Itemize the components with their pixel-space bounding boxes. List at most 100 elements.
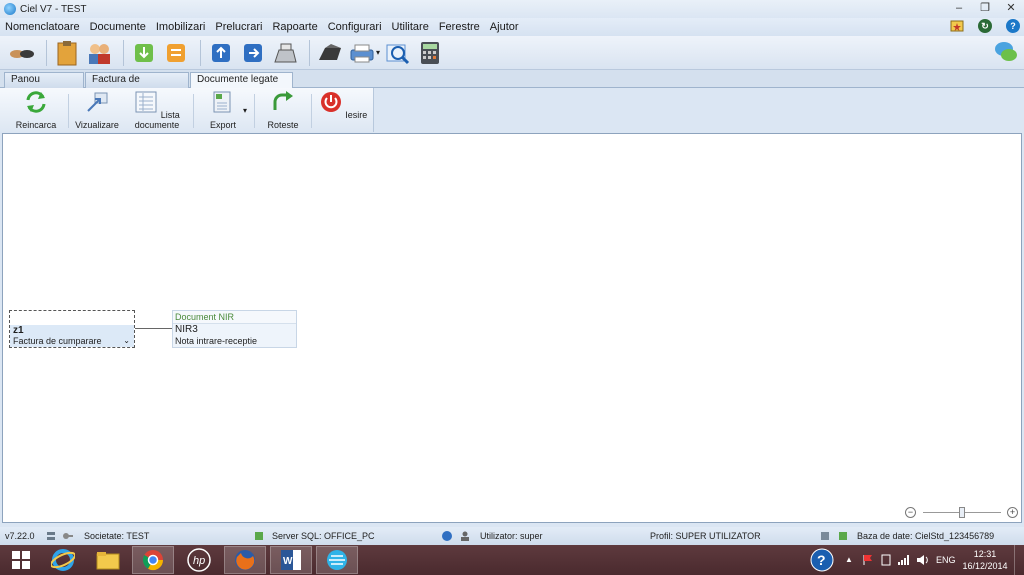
- explorer-taskbar-button[interactable]: [87, 546, 129, 574]
- linked-document-node[interactable]: Document NIR NIR3 Nota intrare-receptie: [172, 310, 297, 348]
- menu-utilitare[interactable]: Utilitare: [387, 18, 434, 36]
- svg-text:W: W: [283, 556, 293, 567]
- clipboard-icon[interactable]: [53, 39, 81, 67]
- hp-icon: hp: [187, 548, 211, 572]
- printer-icon[interactable]: [348, 39, 376, 67]
- key-icon: [63, 533, 73, 539]
- folder-icon: [96, 552, 120, 570]
- cash-register-icon[interactable]: [271, 39, 299, 67]
- rotate-icon: [273, 91, 293, 110]
- list-orange-icon[interactable]: [162, 39, 190, 67]
- export-dropdown-icon[interactable]: ▾: [243, 106, 247, 115]
- restore-icon[interactable]: ❐: [972, 0, 998, 18]
- zoom-slider-thumb[interactable]: [959, 507, 965, 518]
- profile-text: Profil: SUPER UTILIZATOR: [650, 531, 761, 541]
- export-label: Export: [209, 120, 236, 130]
- reload-button[interactable]: Reincarca: [8, 90, 64, 130]
- view-icon: [87, 92, 108, 112]
- user-icon: [461, 531, 469, 541]
- view-button[interactable]: Vizualizare: [72, 90, 122, 130]
- linked-document-type: Nota intrare-receptie: [175, 336, 258, 346]
- menu-bar: Nomenclatoare Documente Imobilizari Prel…: [0, 18, 1024, 36]
- menu-rapoarte[interactable]: Rapoarte: [267, 18, 322, 36]
- menu-nomenclatoare[interactable]: Nomenclatoare: [0, 18, 85, 36]
- update-icon[interactable]: ↻: [978, 19, 992, 33]
- version-text: v7.22.0: [5, 531, 35, 541]
- main-toolbar: ▾: [0, 36, 1024, 70]
- main-document-node[interactable]: z1 Factura de cumparare ⌄: [9, 310, 135, 348]
- calculator-icon[interactable]: [416, 39, 444, 67]
- doc-list-button[interactable]: Lista documente: [124, 90, 190, 130]
- chrome-taskbar-button[interactable]: [132, 546, 174, 574]
- start-button[interactable]: [0, 546, 42, 574]
- ribbon-separator: [193, 94, 194, 128]
- word-taskbar-button[interactable]: W: [270, 546, 312, 574]
- clock-time: 12:31: [973, 549, 997, 559]
- forward-icon[interactable]: [239, 39, 267, 67]
- export-button[interactable]: Export: [200, 90, 246, 130]
- toolbar-separator: [123, 39, 124, 66]
- show-hidden-icons[interactable]: ▲: [845, 555, 853, 575]
- hp-taskbar-button[interactable]: hp: [178, 546, 220, 574]
- menu-ferestre[interactable]: Ferestre: [434, 18, 485, 36]
- help-icon[interactable]: ?: [1006, 19, 1020, 33]
- link-connector: [135, 328, 172, 329]
- zoom-in-icon[interactable]: +: [1007, 507, 1018, 518]
- tab-panou-principal[interactable]: Panou principal: [4, 72, 84, 99]
- upload-icon[interactable]: [207, 39, 235, 67]
- toolbar-separator: [309, 39, 310, 66]
- rotate-button[interactable]: Roteste: [260, 90, 306, 130]
- scanner-icon[interactable]: [316, 39, 344, 67]
- handshake-icon[interactable]: [8, 39, 36, 67]
- help-tray-icon[interactable]: ?: [810, 548, 834, 575]
- zoom-out-icon[interactable]: −: [905, 507, 916, 518]
- users-icon[interactable]: [85, 39, 113, 67]
- menu-prelucrari[interactable]: Prelucrari: [210, 18, 267, 36]
- tab-factura-de-cumparare[interactable]: Factura de cumparare: [85, 72, 189, 99]
- wifi-icon[interactable]: [897, 554, 911, 575]
- import-icon[interactable]: [130, 39, 158, 67]
- minimize-icon[interactable]: –: [946, 0, 972, 18]
- menu-imobilizari[interactable]: Imobilizari: [151, 18, 211, 36]
- ribbon-separator: [311, 94, 312, 128]
- close-icon[interactable]: ✕: [998, 0, 1024, 18]
- device-icon[interactable]: [880, 554, 892, 575]
- linked-node-header: Document NIR: [173, 311, 296, 324]
- document-type: Factura de cumparare: [13, 336, 102, 346]
- chrome-icon: [142, 550, 164, 571]
- firefox-taskbar-button[interactable]: [224, 546, 266, 574]
- flag-icon[interactable]: [862, 554, 874, 575]
- zoom-control: − +: [905, 506, 1019, 520]
- svg-text:?: ?: [817, 552, 826, 568]
- preview-icon[interactable]: [384, 39, 412, 67]
- ciel-taskbar-button[interactable]: [316, 546, 358, 574]
- menu-configurari[interactable]: Configurari: [323, 18, 387, 36]
- toolbar-separator: [46, 39, 47, 66]
- chat-icon[interactable]: [994, 40, 1018, 67]
- sql-icon: [255, 532, 263, 540]
- ribbon-separator: [68, 94, 69, 128]
- menu-documente[interactable]: Documente: [85, 18, 151, 36]
- menu-ajutor[interactable]: Ajutor: [485, 18, 524, 36]
- server-text: Server SQL: OFFICE_PC: [272, 531, 375, 541]
- document-tabs: Panou principal Factura de cumparare Doc…: [0, 70, 1024, 99]
- database-text: Baza de date: CielStd_123456789: [857, 531, 995, 541]
- ribbon-background: [374, 88, 1024, 132]
- tab-documente-legate[interactable]: Documente legate z1✕: [190, 72, 293, 99]
- clock[interactable]: 12:31 16/12/2014: [962, 545, 1008, 575]
- windows-taskbar: hp W ? ▲ ENG 12:31 16/12/2014: [0, 545, 1024, 575]
- show-desktop-button[interactable]: [1014, 545, 1024, 575]
- volume-icon[interactable]: [916, 554, 930, 575]
- exit-button[interactable]: Iesire: [318, 90, 368, 130]
- svg-text:hp: hp: [193, 555, 205, 567]
- printer-dropdown-icon[interactable]: ▾: [376, 48, 380, 57]
- rotate-label: Roteste: [267, 120, 299, 130]
- ie-taskbar-button[interactable]: [42, 546, 84, 574]
- clock-date: 16/12/2014: [962, 561, 1008, 571]
- chevron-down-icon[interactable]: ⌄: [123, 336, 130, 345]
- language-indicator[interactable]: ENG: [936, 545, 956, 575]
- favorites-icon[interactable]: [950, 19, 964, 33]
- user-text: Utilizator: super: [480, 531, 543, 541]
- view-label: Vizualizare: [75, 120, 119, 130]
- power-icon: [320, 92, 341, 112]
